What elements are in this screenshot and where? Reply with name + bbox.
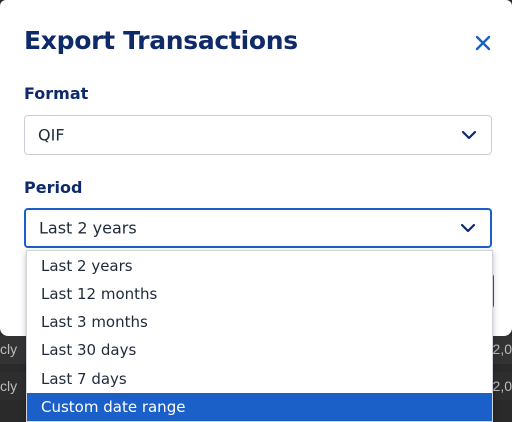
period-option[interactable]: Last 12 months	[27, 280, 492, 308]
period-label: Period	[24, 178, 83, 197]
period-option[interactable]: Last 2 years	[27, 252, 492, 280]
period-select-value: Last 2 years	[39, 218, 137, 238]
background-row-left-text: cly	[0, 341, 18, 357]
chevron-down-icon	[461, 130, 477, 140]
period-option[interactable]: Last 7 days	[27, 365, 492, 393]
background-row-left-text: cly	[0, 378, 18, 394]
period-option-highlighted[interactable]: Custom date range	[27, 393, 492, 421]
period-option[interactable]: Last 30 days	[27, 336, 492, 364]
chevron-down-icon	[460, 223, 476, 233]
format-select-value: QIF	[38, 125, 65, 145]
period-select[interactable]: Last 2 years	[24, 208, 492, 248]
format-label: Format	[24, 84, 89, 103]
background-row-right-text: 2,0	[492, 341, 512, 357]
format-select[interactable]: QIF	[24, 115, 492, 155]
background-row-right-text: 2,0	[492, 378, 512, 394]
period-option[interactable]: Last 3 months	[27, 308, 492, 336]
dialog-title: Export Transactions	[24, 26, 298, 55]
period-dropdown-list: Last 2 years Last 12 months Last 3 month…	[26, 250, 493, 422]
close-icon[interactable]	[472, 32, 494, 54]
